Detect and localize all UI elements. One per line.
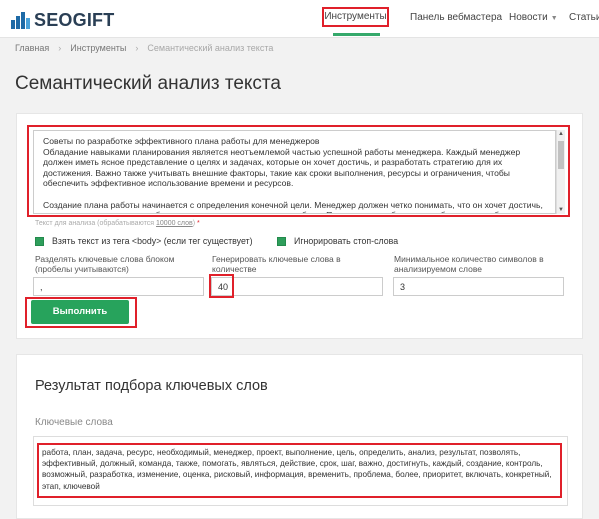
logo-seo-text: SEO [34, 10, 73, 30]
text-paragraph: Советы по разработке эффективного плана … [43, 136, 521, 189]
nav-news-label: Новости [509, 12, 548, 23]
text-paragraph: Создание плана работы начинается с опред… [43, 199, 543, 213]
count-label: Генерировать ключевые слова в количестве [212, 254, 341, 274]
checkbox-stopwords-label: Игнорировать стоп-слова [294, 236, 399, 246]
separator-label: Разделять ключевые слова блоком (пробелы… [35, 254, 175, 274]
text-input-highlight: Советы по разработке эффективного плана … [27, 125, 570, 217]
nav-tools[interactable]: Инструменты [322, 7, 389, 27]
results-title: Результат подбора ключевых слов [35, 378, 268, 394]
checkbox-stopwords[interactable]: Игнорировать стоп-слова [277, 236, 398, 246]
logo-gift-text: GIFT [72, 10, 115, 30]
text-input[interactable]: Советы по разработке эффективного плана … [33, 130, 556, 214]
breadcrumb-separator-icon: › [58, 43, 62, 53]
minlen-label: Минимальное количество символов в анализ… [394, 254, 544, 274]
minlen-input[interactable]: 3 [393, 277, 564, 296]
count-input-highlight [209, 274, 234, 298]
keywords-text: работа, план, задача, ресурс, необходимы… [42, 448, 552, 491]
nav-news[interactable]: Новости ▼ [509, 12, 558, 23]
nav-articles[interactable]: Статьи [569, 12, 599, 23]
breadcrumb-separator-icon: › [135, 43, 139, 53]
text-scrollbar[interactable]: ▲ ▼ [556, 130, 565, 214]
keywords-label: Ключевые слова [35, 417, 113, 428]
nav-active-underline [333, 33, 380, 36]
checkbox-checked-icon[interactable] [35, 236, 44, 246]
site-logo[interactable]: SEOGIFT [11, 10, 114, 31]
separator-input[interactable]: , [33, 277, 204, 296]
scroll-thumb[interactable] [558, 141, 564, 169]
chevron-down-icon: ▼ [550, 15, 558, 22]
hint-prefix: Текст для анализа (обрабатываются [35, 220, 157, 227]
breadcrumb: Главная › Инструменты › Семантический анализ… [15, 43, 273, 53]
scroll-down-icon[interactable]: ▼ [558, 207, 564, 213]
scroll-up-icon[interactable]: ▲ [558, 131, 564, 137]
breadcrumb-tools[interactable]: Инструменты [70, 43, 126, 53]
breadcrumb-home[interactable]: Главная [15, 43, 49, 53]
required-mark: * [196, 220, 200, 227]
top-navbar: SEOGIFT Инструменты Панель вебмастера Но… [0, 0, 599, 38]
checkbox-checked-icon[interactable] [277, 236, 286, 246]
page-title: Семантический анализ текста [15, 73, 281, 94]
breadcrumb-current: Семантический анализ текста [147, 43, 274, 53]
logo-icon [11, 12, 31, 29]
count-input[interactable]: 40 [211, 277, 383, 296]
checkbox-body-tag[interactable]: Взять текст из тега <body> (если тег сущ… [35, 236, 253, 246]
submit-button[interactable]: Выполнить [31, 300, 129, 324]
text-hint: Текст для анализа (обрабатываются 10000 … [35, 220, 200, 227]
hint-word-limit-link[interactable]: 10000 слов [156, 220, 193, 227]
nav-webmaster[interactable]: Панель вебмастера [410, 12, 502, 23]
checkbox-body-label: Взять текст из тега <body> (если тег сущ… [52, 236, 253, 246]
